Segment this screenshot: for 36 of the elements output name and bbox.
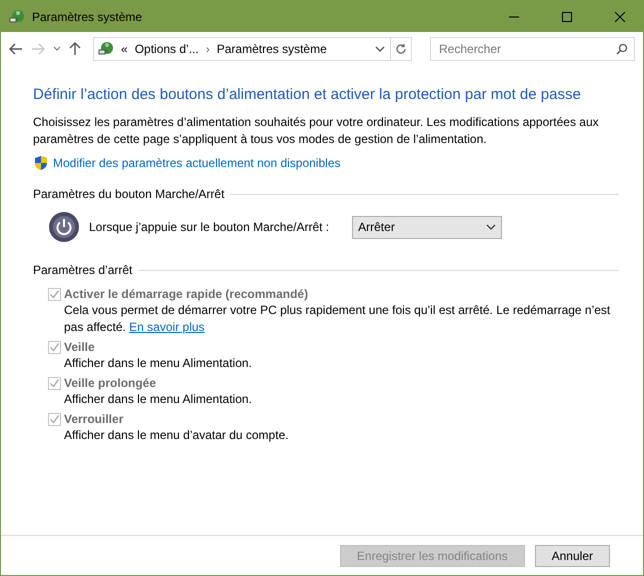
power-button-label: Lorsque j’appuie sur le bouton Marche/Arrêt : — [89, 220, 330, 234]
shield-icon — [33, 155, 49, 171]
option-description: Cela vous permet de démarrer votre PC plus rapidement une fois qu’il est arrêté. Le redémarrage n’est pas affecté. En savoir plus — [64, 302, 612, 336]
section-title: Paramètres du bouton Marche/Arrêt — [33, 187, 224, 201]
breadcrumb-separator: › — [206, 42, 210, 56]
caret-icon — [375, 46, 385, 52]
cancel-button[interactable]: Annuler — [534, 544, 610, 566]
search-field[interactable]: Rechercher — [430, 36, 635, 60]
caret-icon — [486, 224, 496, 230]
location-icon — [98, 40, 114, 56]
recent-caret-icon[interactable] — [51, 44, 63, 54]
up-button[interactable] — [67, 40, 83, 58]
address-bar[interactable]: « Options d’... › Paramètres système — [93, 36, 412, 60]
maximize-icon — [562, 12, 572, 22]
intro-text: Choisissez les paramètres d’alimentation souhaités pour votre ordinateur. Les modifications apportées aux paramètres de cette page s’appliquent à tous vos modes de gestion de l’alimentation. — [33, 114, 600, 148]
checkmark-icon — [49, 342, 60, 352]
checkmark-icon — [49, 288, 60, 300]
close-icon — [615, 12, 625, 22]
power-action-dropdown[interactable]: Arrêter — [352, 216, 502, 238]
option-description: Afficher dans le menu d’avatar du compte. — [64, 427, 290, 444]
admin-settings-link[interactable]: Modifier des paramètres actuellement non disponibles — [53, 156, 340, 170]
window-title: Paramètres système — [32, 10, 144, 24]
search-icon[interactable] — [616, 42, 628, 54]
section-title: Paramètres d’arrêt — [33, 263, 132, 277]
option-description: Afficher dans le menu Alimentation. — [64, 355, 253, 372]
power-icon — [48, 211, 80, 243]
app-icon — [9, 8, 25, 24]
back-button[interactable] — [7, 40, 25, 56]
checkmark-icon — [49, 414, 60, 424]
breadcrumb-item[interactable]: Paramètres système — [216, 42, 327, 56]
checkmark-icon — [49, 378, 60, 388]
refresh-icon — [395, 42, 407, 54]
page-heading: Définir l’action des boutons d’alimentation et activer la protection par mot de passe — [33, 85, 582, 105]
breadcrumb-item[interactable]: Options d’... — [134, 42, 199, 56]
breadcrumb-overflow[interactable]: « — [121, 42, 128, 56]
option-description: Afficher dans le menu Alimentation. — [64, 391, 253, 408]
